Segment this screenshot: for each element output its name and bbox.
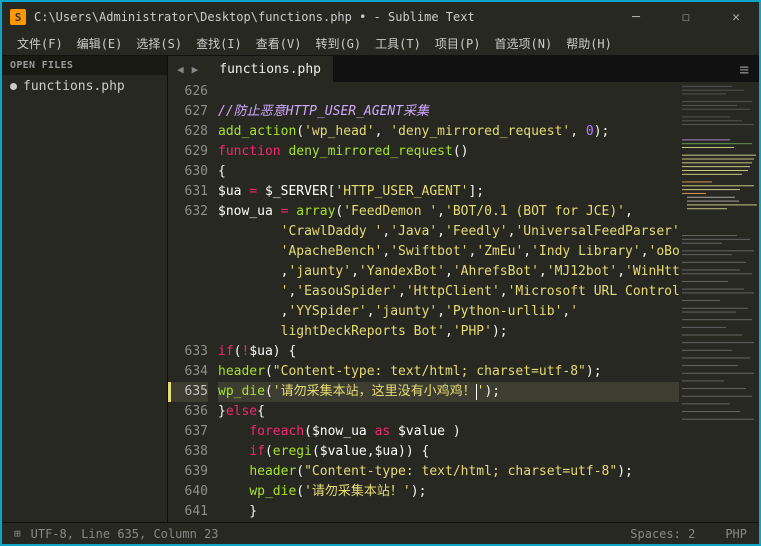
maximize-button[interactable]: ☐ [671,10,701,25]
minimap[interactable] [679,82,759,522]
status-lang[interactable]: PHP [725,527,747,541]
menu-item[interactable]: 查看(V) [249,32,309,55]
window-title: C:\Users\Administrator\Desktop\functions… [34,10,621,24]
code-editor[interactable]: //防止恶意HTTP_USER_AGENT采集add_action('wp_he… [218,82,679,522]
nav-back-icon[interactable]: ◀ [174,63,187,76]
menu-item[interactable]: 转到(G) [308,32,368,55]
menu-item[interactable]: 首选项(N) [488,32,560,55]
nav-forward-icon[interactable]: ▶ [189,63,202,76]
open-files-header: OPEN FILES [2,56,167,75]
menu-item[interactable]: 工具(T) [368,32,428,55]
menubar: 文件(F)编辑(E)选择(S)查找(I)查看(V)转到(G)工具(T)项目(P)… [2,32,759,56]
dirty-dot-icon [10,83,17,90]
status-spaces[interactable]: Spaces: 2 [630,527,695,541]
line-gutter: 626627628629630631632 633634635636637638… [168,82,218,522]
status-bar: ⊞ UTF-8, Line 635, Column 23 Spaces: 2 P… [2,522,759,544]
minimize-button[interactable]: ─ [621,10,651,25]
open-file-item[interactable]: functions.php [2,75,167,98]
status-encoding[interactable]: UTF-8, Line 635, Column 23 [31,527,631,541]
close-button[interactable]: ✕ [721,10,751,25]
titlebar: S C:\Users\Administrator\Desktop\functio… [2,2,759,32]
sidebar: OPEN FILES functions.php [2,56,168,522]
open-file-label: functions.php [23,79,125,94]
app-logo-icon: S [10,9,26,25]
menu-item[interactable]: 查找(I) [189,32,249,55]
menu-item[interactable]: 文件(F) [10,32,70,55]
tab-menu-icon[interactable]: ≡ [729,56,759,82]
file-tab[interactable]: functions.php [207,56,334,82]
menu-item[interactable]: 选择(S) [129,32,189,55]
console-icon[interactable]: ⊞ [14,527,21,540]
menu-item[interactable]: 编辑(E) [70,32,130,55]
menu-item[interactable]: 帮助(H) [559,32,619,55]
menu-item[interactable]: 项目(P) [428,32,488,55]
tab-bar: ◀ ▶ functions.php ≡ [168,56,759,82]
